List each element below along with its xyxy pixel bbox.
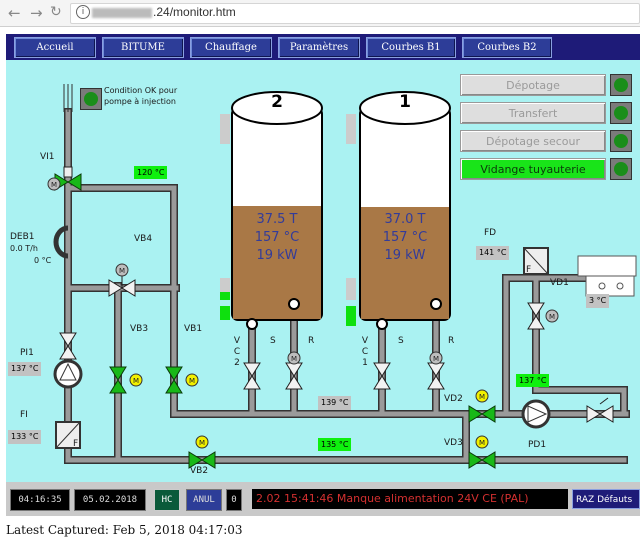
tank-2-low-sensor [220, 306, 230, 320]
browser-address-bar: ← → ↻ i .24/monitor.htm [0, 0, 640, 27]
label-pi1: PI1 [20, 348, 34, 358]
tab-bitume[interactable]: BITUME [102, 37, 184, 58]
capture-caption: Latest Captured: Feb 5, 2018 04:17:03 [6, 523, 243, 537]
valve-vc2[interactable] [243, 362, 261, 390]
condition-label-2: pompe à injection [104, 97, 176, 106]
label-pd1: PD1 [528, 440, 547, 450]
label-vc1: VC1 [361, 336, 369, 368]
cmd-depotage-secour-button[interactable]: Dépotage secour [460, 130, 606, 152]
tab-accueil[interactable]: Accueil [14, 37, 96, 58]
condition-label-1: Condition OK pour [104, 86, 178, 95]
temp-return-left: 139 °C [318, 396, 352, 410]
inlet-lines [63, 84, 73, 112]
label-vi1: VI1 [40, 152, 55, 162]
site-info-icon[interactable]: i [76, 5, 90, 19]
cmd-depotage-button[interactable]: Dépotage [460, 74, 606, 96]
tank-2-low-level [220, 278, 230, 300]
label-s-tank2: S [270, 336, 276, 346]
svg-text:F: F [73, 439, 78, 449]
label-vd2: VD2 [444, 394, 463, 404]
tab-courbes-b1[interactable]: Courbes B1 [366, 37, 456, 58]
temp-pipe-right: 137 °C [516, 374, 550, 387]
tank-2-number: 2 [271, 92, 283, 112]
label-fd: FD [484, 228, 497, 238]
cmd-vidange-tuyauterie-button[interactable]: Vidange tuyauterie [460, 158, 606, 180]
cmd-depotage-led [610, 74, 632, 96]
truck-coupling [577, 255, 637, 297]
tank-1-high-sensor [346, 114, 356, 144]
pump-pi1[interactable] [53, 359, 83, 389]
label-vd3: VD3 [444, 438, 463, 448]
tank-1-low-level [346, 278, 356, 300]
temp-fi: 133 °C [8, 430, 42, 444]
label-vb3: VB3 [130, 324, 149, 334]
tank-1 [359, 91, 451, 330]
deb1-temp: 0 °C [34, 256, 52, 265]
label-vb1: VB1 [184, 324, 203, 334]
tank-2-power: 19 kW [256, 248, 298, 263]
temp-pipe-top: 120 °C [134, 166, 168, 179]
alarm-message: 2.02 15:41:46 Manque alimentation 24V CE… [252, 489, 568, 509]
anul-button[interactable]: ANUL [186, 489, 222, 511]
valve-vc1[interactable] [373, 362, 391, 390]
tank-2 [231, 91, 323, 330]
tank-2-temp: 157 °C [254, 230, 300, 245]
tank-1-power: 19 kW [384, 248, 426, 263]
back-arrow-icon[interactable]: ← [8, 4, 21, 22]
reload-icon[interactable]: ↻ [50, 4, 62, 20]
temp-vd1: 3 °C [586, 294, 610, 308]
filter-fi: F [55, 421, 81, 449]
redacted-host [92, 7, 152, 18]
label-s-tank1: S [398, 336, 404, 346]
tab-parametres[interactable]: Paramètres [278, 37, 360, 58]
forward-arrow-icon[interactable]: → [30, 4, 43, 22]
raz-defauts-button[interactable]: RAZ Défauts [572, 489, 640, 509]
valve-check-pi [59, 332, 77, 360]
cmd-transfert-led [610, 102, 632, 124]
hmi-screen: Accueil BITUME Chauffage Paramètres Cour… [6, 34, 640, 516]
label-deb1: DEB1 [10, 232, 35, 242]
tank-1-tonnage: 37.0 T [384, 212, 426, 227]
temp-pipe-bottom: 135 °C [318, 438, 352, 451]
valve-s1[interactable] [427, 351, 445, 390]
temp-fd: 141 °C [476, 246, 510, 260]
pump-pd1[interactable] [521, 399, 551, 429]
nav-bar: Accueil BITUME Chauffage Paramètres Cour… [6, 34, 640, 60]
hc-button[interactable]: HC [154, 489, 180, 511]
valve-s2[interactable] [285, 351, 303, 390]
status-time: 04:16:35 [10, 489, 70, 511]
deb1-flow: 0.0 T/h [10, 244, 38, 253]
svg-text:F: F [526, 265, 531, 275]
tank-1-temp: 157 °C [382, 230, 428, 245]
temp-pi1: 137 °C [8, 362, 42, 376]
status-date: 05.02.2018 [74, 489, 146, 511]
url-text: .24/monitor.htm [92, 5, 236, 19]
label-r-tank1: R [448, 336, 455, 346]
filter-fd: F [523, 247, 549, 275]
label-vb2: VB2 [190, 466, 209, 476]
alarm-counter: 0 [226, 489, 242, 511]
cmd-transfert-button[interactable]: Transfert [460, 102, 606, 124]
process-synoptic: M M [6, 60, 640, 482]
label-vd1: VD1 [550, 278, 569, 288]
label-vb4: VB4 [134, 234, 153, 244]
cmd-vidange-tuyauterie-led [610, 158, 632, 180]
label-vc2: VC2 [233, 336, 241, 368]
condition-ok-indicator [80, 88, 102, 110]
cmd-depotage-secour-led [610, 130, 632, 152]
tab-courbes-b2[interactable]: Courbes B2 [462, 37, 552, 58]
label-fi: FI [20, 410, 28, 420]
status-bar: 04:16:35 05.02.2018 HC ANUL 0 2.02 15:41… [6, 482, 640, 516]
tank-2-tonnage: 37.5 T [256, 212, 298, 227]
tank-2-high-sensor [220, 114, 230, 144]
tank-1-number: 1 [399, 92, 411, 112]
label-r-tank2: R [308, 336, 315, 346]
tank-1-low-sensor [346, 306, 356, 326]
tab-chauffage[interactable]: Chauffage [190, 37, 272, 58]
